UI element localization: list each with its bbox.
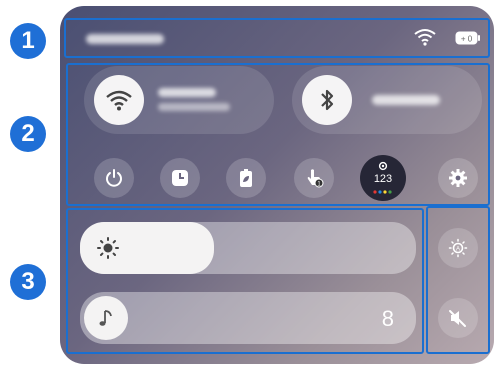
- callout-badge-1: 1: [10, 23, 46, 59]
- callout-box-3: [66, 208, 424, 354]
- callout-box-1: [64, 18, 490, 58]
- quick-settings-panel: + 0 1 123 8 A: [60, 6, 494, 364]
- callout-box-2: [66, 63, 490, 206]
- callout-box-side: [426, 206, 490, 354]
- callout-badge-3: 3: [10, 264, 46, 300]
- callout-badge-2: 2: [10, 116, 46, 152]
